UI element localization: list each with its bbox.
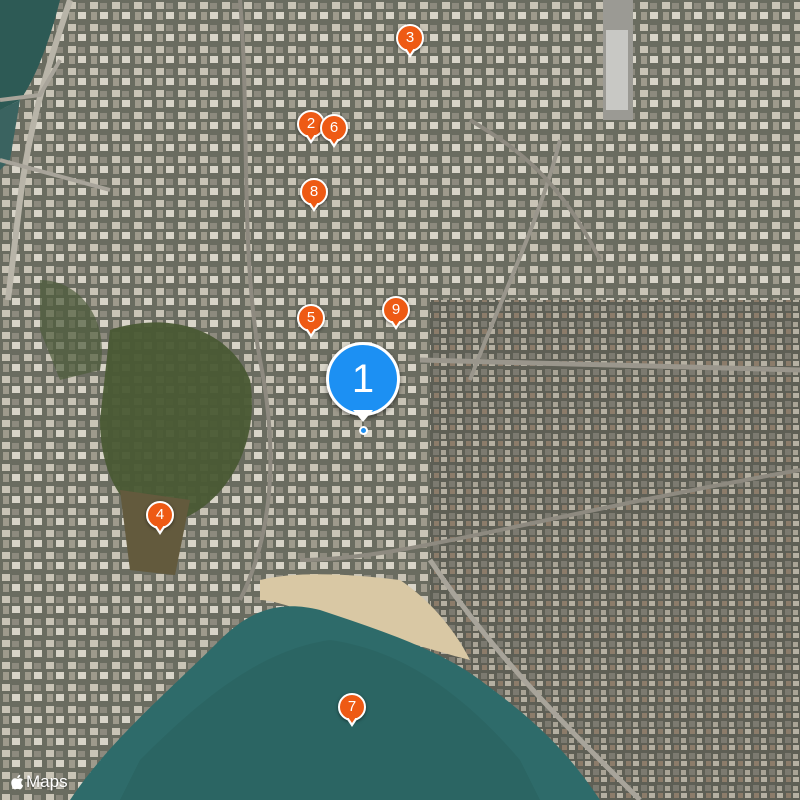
current-location-icon (359, 426, 368, 435)
satellite-map[interactable]: 2 3 4 5 6 7 8 9 1 Maps (0, 0, 800, 800)
map-marker-9[interactable]: 9 (382, 296, 410, 332)
marker-pointer (154, 525, 166, 535)
map-marker-4[interactable]: 4 (146, 501, 174, 537)
apple-logo-icon (11, 774, 24, 790)
map-marker-3[interactable]: 3 (396, 24, 424, 60)
attribution-label: Maps (26, 772, 68, 791)
map-marker-5[interactable]: 5 (297, 304, 325, 340)
primary-map-marker[interactable]: 1 (326, 342, 402, 437)
maps-attribution[interactable]: Maps (10, 772, 68, 792)
marker-pointer (353, 410, 373, 422)
marker-pointer (305, 328, 317, 338)
marker-pointer (305, 134, 317, 144)
map-marker-6[interactable]: 6 (320, 114, 348, 150)
marker-pointer (308, 202, 320, 212)
marker-pointer (404, 48, 416, 58)
map-marker-8[interactable]: 8 (300, 178, 328, 214)
marker-pointer (346, 717, 358, 727)
marker-pointer (390, 320, 402, 330)
marker-pointer (328, 138, 340, 148)
primary-marker-label: 1 (326, 342, 400, 416)
map-marker-7[interactable]: 7 (338, 693, 366, 729)
